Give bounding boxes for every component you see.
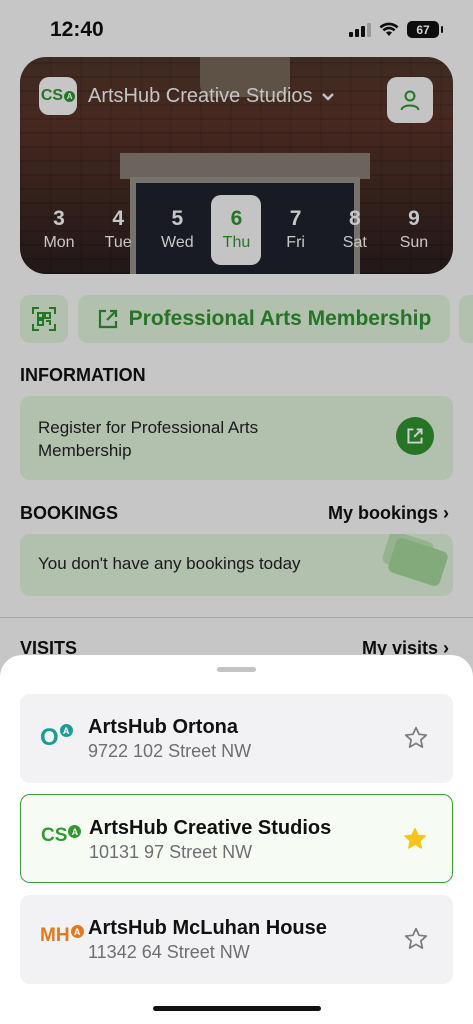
star-outline-icon[interactable]	[403, 926, 429, 952]
location-name: ArtsHub Ortona	[88, 716, 238, 738]
ortona-logo: OA	[40, 724, 73, 752]
location-picker-sheet: OA ArtsHub Ortona 9722 102 Street NW CS A…	[0, 655, 473, 1024]
location-item-mcluhan-house[interactable]: MH A ArtsHub McLuhan House 11342 64 Stree…	[20, 895, 453, 984]
location-address: 10131 97 Street NW	[89, 842, 253, 862]
star-filled-icon[interactable]	[402, 826, 428, 852]
sheet-grabber[interactable]	[217, 667, 256, 672]
location-item-creative-studios[interactable]: CS A ArtsHub Creative Studios 10131 97 St…	[20, 794, 453, 883]
home-indicator[interactable]	[153, 1006, 321, 1011]
star-outline-icon[interactable]	[403, 725, 429, 751]
location-address: 11342 64 Street NW	[88, 942, 250, 962]
creative-studios-logo: CS A	[41, 825, 82, 847]
location-name: ArtsHub McLuhan House	[88, 917, 327, 939]
mcluhan-house-logo: MH A	[40, 925, 84, 947]
location-address: 9722 102 Street NW	[88, 741, 252, 761]
location-name: ArtsHub Creative Studios	[89, 817, 332, 839]
location-item-ortona[interactable]: OA ArtsHub Ortona 9722 102 Street NW	[20, 694, 453, 783]
